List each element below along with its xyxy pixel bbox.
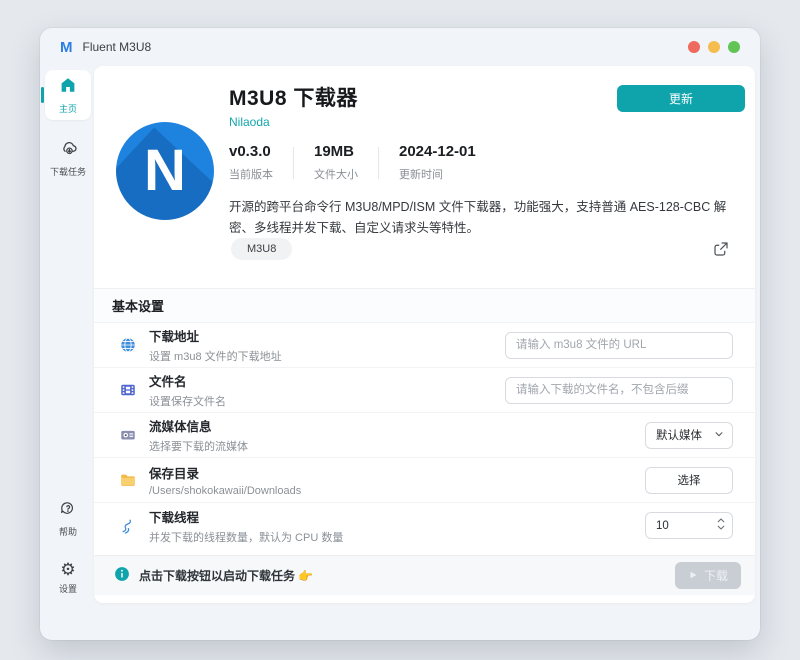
stat-value: 2024-12-01 — [399, 143, 476, 160]
folder-icon — [118, 471, 138, 489]
sidebar-item-settings[interactable]: ⚙ 设置 — [45, 555, 91, 600]
page-title: M3U8 下载器 — [229, 87, 358, 110]
row-save-directory: 保存目录 /Users/shokokawaii/Downloads 选择 — [94, 458, 755, 503]
download-button[interactable]: 下载 — [675, 562, 741, 589]
help-icon — [59, 499, 77, 522]
download-button-label: 下载 — [703, 569, 728, 583]
sidebar-item-label: 主页 — [58, 104, 77, 114]
titlebar: M Fluent M3U8 — [40, 28, 760, 66]
chevron-down-icon — [714, 429, 724, 442]
main-panel: M3U8 下载器 更新 Nilaoda N v0.3.0 当前版本 19MB 文… — [94, 66, 755, 603]
app-header: M3U8 下载器 更新 Nilaoda N v0.3.0 当前版本 19MB 文… — [94, 66, 755, 288]
media-select-value: 默认媒体 — [656, 430, 702, 442]
film-icon — [118, 381, 138, 399]
choose-directory-label: 选择 — [677, 475, 701, 487]
download-hint-text: 点击下载按钮以启动下载任务 👉 — [139, 569, 314, 583]
stat-size: 19MB 文件大小 — [294, 143, 378, 182]
info-icon — [114, 566, 130, 585]
gear-icon: ⚙ — [60, 560, 76, 580]
play-icon — [688, 569, 698, 583]
author-link[interactable]: Nilaoda — [229, 115, 270, 129]
home-icon — [59, 76, 77, 99]
choose-directory-button[interactable]: 选择 — [645, 466, 733, 494]
stat-updated: 2024-12-01 更新时间 — [379, 143, 496, 182]
sidebar-item-home[interactable]: 主页 — [45, 70, 91, 120]
stat-value: v0.3.0 — [229, 143, 271, 160]
row-threads: 下载线程 并发下载的线程数量，默认为 CPU 数量 10 — [94, 503, 755, 548]
setting-title: 下载线程 — [149, 510, 200, 525]
setting-title: 保存目录 — [149, 467, 200, 481]
setting-title: 文件名 — [149, 375, 187, 389]
media-select[interactable]: 默认媒体 — [645, 421, 733, 449]
minimize-button[interactable] — [708, 41, 720, 53]
sidebar-item-label: 帮助 — [58, 527, 77, 537]
setting-subtitle: 选择要下载的流媒体 — [149, 441, 248, 453]
settings-rows: 下载地址 设置 m3u8 文件的下载地址 文件名 设置保存文件名 — [94, 323, 755, 548]
tag-m3u8: M3U8 — [231, 238, 293, 260]
stat-version: v0.3.0 当前版本 — [229, 143, 293, 182]
update-button[interactable]: 更新 — [617, 85, 745, 112]
setting-subtitle: 并发下载的线程数量，默认为 CPU 数量 — [149, 531, 344, 544]
thread-count-value: 10 — [656, 519, 669, 532]
app-title: Fluent M3U8 — [82, 40, 152, 54]
stat-label: 当前版本 — [229, 169, 273, 181]
zoom-button[interactable] — [728, 41, 740, 53]
setting-title: 下载地址 — [149, 330, 200, 344]
setting-subtitle: 设置保存文件名 — [149, 396, 226, 408]
url-input[interactable] — [505, 331, 733, 359]
row-stream-info: 流媒体信息 选择要下载的流媒体 默认媒体 — [94, 413, 755, 458]
app-description: 开源的跨平台命令行 M3U8/MPD/ISM 文件下载器，功能强大，支持普通 A… — [229, 200, 727, 235]
setting-title: 流媒体信息 — [149, 420, 212, 434]
download-hint: 点击下载按钮以启动下载任务 👉 — [114, 566, 313, 585]
traffic-lights — [688, 41, 740, 53]
logo-letter: N — [144, 138, 186, 203]
sidebar-item-help[interactable]: 帮助 — [45, 493, 91, 543]
app-big-logo: N — [116, 122, 214, 220]
share-icon — [712, 242, 730, 261]
row-filename: 文件名 设置保存文件名 — [94, 368, 755, 413]
stat-label: 更新时间 — [399, 169, 443, 181]
stepper-chevrons-icon[interactable] — [716, 516, 726, 535]
sidebar-item-label: 设置 — [58, 584, 77, 594]
stat-value: 19MB — [314, 143, 355, 160]
footer-bar: 点击下载按钮以启动下载任务 👉 下载 — [94, 555, 755, 595]
stat-label: 文件大小 — [314, 169, 358, 181]
app-logo-icon: M — [60, 38, 73, 56]
thread-icon — [118, 517, 138, 535]
thread-count-stepper[interactable]: 10 — [645, 512, 733, 539]
sidebar: 主页 下载任务 帮助 ⚙ 设置 — [42, 66, 94, 640]
setting-subtitle: 设置 m3u8 文件的下载地址 — [149, 351, 282, 363]
setting-path: /Users/shokokawaii/Downloads — [149, 485, 302, 497]
row-download-url: 下载地址 设置 m3u8 文件的下载地址 — [94, 323, 755, 368]
cloud-download-icon — [59, 138, 78, 162]
share-button[interactable] — [711, 240, 731, 260]
globe-icon — [118, 336, 138, 354]
sidebar-item-label: 下载任务 — [49, 167, 86, 177]
close-button[interactable] — [688, 41, 700, 53]
section-basic-settings: 基本设置 — [94, 288, 755, 323]
sidebar-item-download-tasks[interactable]: 下载任务 — [45, 132, 91, 183]
app-stats: v0.3.0 当前版本 19MB 文件大小 2024-12-01 更新时间 — [229, 143, 496, 182]
section-title: 基本设置 — [112, 299, 165, 314]
update-button-label: 更新 — [668, 92, 693, 106]
app-window: M Fluent M3U8 主页 下载任务 帮助 ⚙ 设置 M3U8 下载器 更… — [40, 28, 760, 640]
filename-input[interactable] — [505, 376, 733, 404]
media-icon — [118, 426, 138, 444]
